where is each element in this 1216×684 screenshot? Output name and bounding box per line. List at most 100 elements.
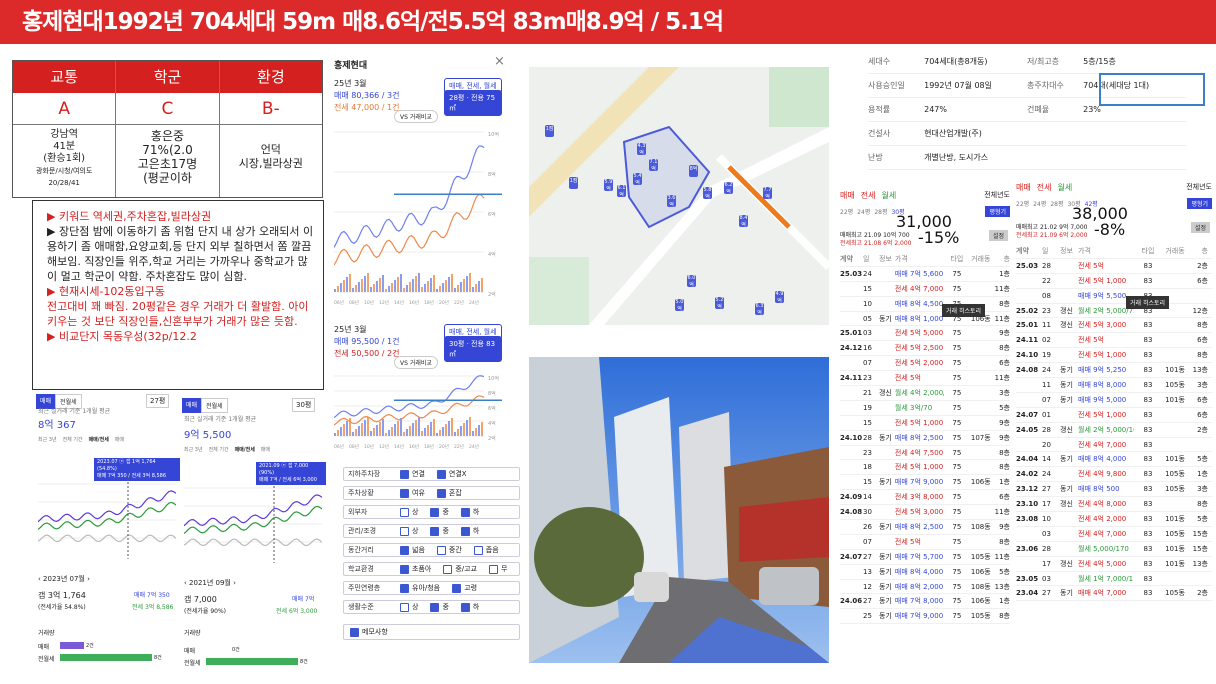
checkbox-icon[interactable]	[400, 583, 409, 593]
map-marker[interactable]: 6.0억	[687, 275, 696, 288]
table-row[interactable]: 23.12 27 동기 매매 8억 500 83 105동 3층	[1016, 482, 1212, 498]
checkbox-icon[interactable]	[460, 526, 470, 536]
table-row[interactable]: 18 전세 5억 1,000 75 8층	[840, 460, 1010, 476]
map-marker[interactable]: 3.6억	[667, 195, 676, 208]
range-tab[interactable]: 최근 3년	[38, 436, 57, 443]
table-row[interactable]: 26 동기 매매 8억 2,500 75 108동 9층	[840, 520, 1010, 535]
deal-tab[interactable]: 월세	[1057, 182, 1072, 196]
table-row[interactable]: 11 동기 매매 8억 8,000 83 105동 3층	[1016, 378, 1212, 393]
checkbox-icon[interactable]	[436, 545, 446, 555]
table-row[interactable]: 23.06 28 월세 5,000/170 83 101동 15층	[1016, 542, 1212, 557]
table-row[interactable]: 19 월세 3억/70 75 5층	[840, 401, 1010, 416]
table-row[interactable]: 24.09 14 전세 3억 8,000 75 6층	[840, 490, 1010, 506]
checkbox-icon[interactable]	[443, 564, 453, 574]
map-marker[interactable]: 6.1억	[617, 185, 626, 198]
table-row[interactable]: 24.12 16 전세 5억 2,500 75 8층	[840, 341, 1010, 357]
settings-button[interactable]: 설정	[988, 230, 1008, 241]
range-tab[interactable]: 매매/전세	[89, 436, 109, 443]
range-tab[interactable]: 매매	[115, 436, 124, 443]
checkbox-icon[interactable]	[460, 507, 470, 517]
table-row[interactable]: 24.10 19 전세 5억 1,000 83 8층	[1016, 348, 1212, 364]
table-row[interactable]: 24.06 27 동기 매매 7억 8,000 75 106동 1층	[840, 594, 1010, 610]
table-row[interactable]: 15 전세 4억 7,000 75 11층	[840, 282, 1010, 297]
table-row[interactable]: 24.11 02 전세 5억 83 6층	[1016, 333, 1212, 349]
chevron-right-icon[interactable]: ›	[85, 575, 90, 583]
map-marker[interactable]: 5.0억	[675, 299, 684, 312]
range-tab[interactable]: 전체 기간	[63, 436, 83, 443]
checkbox-icon[interactable]	[400, 488, 409, 498]
table-row[interactable]: 24.07 01 전세 5억 1,000 83 6층	[1016, 408, 1212, 423]
table-row[interactable]: 23 전세 4억 7,500 75 8층	[840, 446, 1010, 461]
deal-tab[interactable]: 전세	[861, 190, 876, 204]
checkbox-icon[interactable]	[430, 507, 440, 517]
size-select[interactable]: 27평	[146, 394, 170, 408]
range-tab[interactable]: 전체 기간	[209, 446, 229, 453]
checkbox-icon[interactable]	[452, 583, 462, 593]
map-marker[interactable]: 5.4억	[633, 173, 642, 186]
table-row[interactable]: 24.0528 갱신 월세 2억 5,000/105 83 2층	[1016, 423, 1212, 438]
range-tab[interactable]: 최근 3년	[184, 446, 203, 453]
checkbox-icon[interactable]	[473, 545, 483, 555]
map-marker[interactable]: 4.3억	[637, 143, 646, 156]
checkbox-icon[interactable]	[430, 602, 440, 612]
year-select[interactable]: 전체년도	[984, 190, 1010, 204]
year-select[interactable]: 전체년도	[1186, 182, 1212, 196]
checkbox-icon[interactable]	[400, 564, 409, 574]
deal-tab[interactable]: 월세	[881, 190, 896, 204]
date-nav[interactable]: ‹ 2021년 09월 ›	[184, 578, 236, 588]
table-row[interactable]: 25.01 03 전세 5억 5,000 75 9층	[840, 326, 1010, 342]
chart2-size-select[interactable]: 30평 · 전용 83㎡	[444, 336, 502, 362]
table-row[interactable]: 24.07 27 동기 매매 7억 5,700 75 105동 11층	[840, 550, 1010, 565]
map-marker[interactable]: 8억	[689, 165, 698, 177]
chart1-size-select[interactable]: 28평 · 전용 75㎡	[444, 90, 502, 116]
checkbox-icon[interactable]	[400, 602, 409, 612]
range-tab[interactable]: 매매	[261, 446, 270, 453]
table-row[interactable]: 08매매 9억 5,50083	[1016, 289, 1212, 304]
checkbox-icon[interactable]	[460, 602, 470, 612]
map-marker[interactable]: 5.8억	[703, 187, 712, 200]
checkbox-icon[interactable]	[436, 469, 446, 479]
checkbox-icon[interactable]	[400, 526, 409, 536]
memo-row[interactable]: 메모사항	[343, 624, 520, 640]
table-row[interactable]: 24.11 23 전세 5억 75 11층	[840, 371, 1010, 387]
table-row[interactable]: 21 갱신월세 4억 2,000/48 75 3층	[840, 386, 1010, 401]
checkbox-icon[interactable]	[430, 526, 440, 536]
table-row[interactable]: 25.03 24 매매 7억 5,600 75 1층	[840, 267, 1010, 282]
table-row[interactable]: 07 동기 매매 9억 5,000 83 101동 6층	[1016, 393, 1212, 408]
table-row[interactable]: 25 동기 매매 7억 9,000 75 105동 8층	[840, 609, 1010, 625]
filter-button[interactable]: 평형기	[985, 205, 1010, 217]
checkbox-icon[interactable]	[400, 469, 409, 479]
size-column[interactable]: 22평	[840, 207, 853, 216]
tab-rent[interactable]: 전월세	[201, 398, 228, 413]
table-row[interactable]: 23.04 27 동기 매매 4억 7,000 83 105동 2층	[1016, 586, 1212, 602]
table-row[interactable]: 25.01 11 갱신 전세 5억 3,000 83 8층	[1016, 318, 1212, 334]
checkbox-icon[interactable]	[400, 507, 409, 517]
table-row[interactable]: 07 전세 5억 75 8층	[840, 535, 1010, 550]
size-column[interactable]: 24평	[857, 207, 870, 216]
location-map[interactable]: 1점 1점 5.9억 6.1억 5.4억 7.1억 3.6억 8억 5.8억 4.3억 6.2억 8.…	[529, 67, 829, 325]
map-marker[interactable]: 4.9억	[775, 291, 784, 304]
size-column[interactable]: 28평	[874, 207, 887, 216]
table-row[interactable]: 25.02 23 갱신 월세 2억 5,000/75 83 12층	[1016, 304, 1212, 319]
map-marker[interactable]: 7.1억	[649, 159, 658, 172]
table-row[interactable]: 03 전세 4억 7,000 83 105동 15층	[1016, 527, 1212, 542]
table-row[interactable]: 15 전세 5억 1,000 75 9층	[840, 416, 1010, 431]
deal-tab[interactable]: 전세	[1037, 182, 1052, 196]
table-row[interactable]: 24.08 24 동기 매매 9억 5,250 83 101동 13층	[1016, 363, 1212, 379]
tab-sale[interactable]: 매매	[182, 398, 202, 413]
table-row[interactable]: 22 전세 5억 1,000 83 6층	[1016, 274, 1212, 289]
chevron-right-icon[interactable]: ›	[231, 579, 236, 587]
table-row[interactable]: 17 갱신 전세 4억 5,000 83 101동 13층	[1016, 557, 1212, 572]
size-column[interactable]: 24평	[1033, 199, 1046, 208]
map-marker[interactable]: 5.9억	[604, 179, 613, 192]
table-row[interactable]: 24.10 28 동기 매매 8억 2,500 75 107동 9층	[840, 431, 1010, 446]
settings-button[interactable]: 설정	[1190, 222, 1210, 233]
map-marker[interactable]: 8.4억	[739, 215, 748, 228]
size-column[interactable]: 28평	[1050, 199, 1063, 208]
table-row[interactable]: 23.08 10 전세 4억 2,000 83 101동 5층	[1016, 512, 1212, 527]
table-row[interactable]: 24.02 24 전세 4억 9,800 83 105동 1층	[1016, 467, 1212, 483]
range-tab[interactable]: 매매/전세	[235, 446, 255, 453]
table-row[interactable]: 23.10 17 갱신 전세 4억 8,000 83 8층	[1016, 497, 1212, 513]
table-row[interactable]: 23.0503 월세 1억 7,000/110 83	[1016, 572, 1212, 587]
table-row[interactable]: 07 전세 5억 2,000 75 6층	[840, 356, 1010, 372]
